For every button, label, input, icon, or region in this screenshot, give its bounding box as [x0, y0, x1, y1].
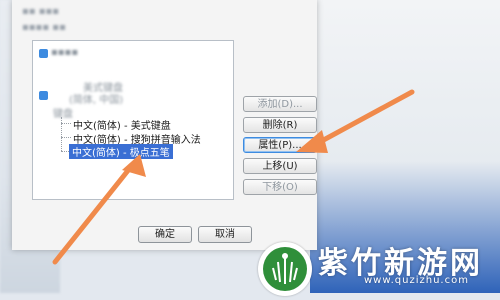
text-services-dialog: ▪▪ ▪▪▪ ▪▪▪▪ ▪▪ ▪▪▪▪ 美式键盘 (简体, 中国) 键盘 中文(… — [12, 0, 317, 250]
properties-button[interactable]: 属性(P)... — [243, 137, 317, 153]
tree-keyboard-group: 键盘 — [53, 109, 73, 120]
installed-services-tree[interactable]: ▪▪▪▪ 美式键盘 (简体, 中国) 键盘 中文(简体) - 美式键盘 中文(简… — [32, 40, 234, 200]
tree-item-jidian-wubi[interactable]: 中文(简体) - 极点五笔 — [69, 144, 173, 159]
move-down-button[interactable]: 下移(O) — [243, 179, 317, 195]
cancel-button[interactable]: 取消 — [198, 226, 252, 243]
keyboard-icon — [39, 91, 48, 100]
dialog-caption-blurred: ▪▪ ▪▪▪ — [22, 6, 60, 17]
language-icon — [39, 49, 48, 58]
ok-button[interactable]: 确定 — [138, 226, 192, 243]
add-button[interactable]: 添加(D)... — [243, 96, 317, 112]
tree-blurred-item: (简体, 中国) — [69, 95, 124, 106]
tree-language-node: ▪▪▪▪ — [51, 47, 79, 58]
remove-button[interactable]: 删除(R) — [243, 117, 317, 133]
dialog-caption-blurred-2: ▪▪▪▪ ▪▪ — [22, 22, 66, 33]
tree-item-us-keyboard[interactable]: 中文(简体) - 美式键盘 — [73, 117, 171, 132]
bamboo-tree-icon — [263, 247, 307, 291]
tree-connector — [61, 123, 71, 124]
tree-connector — [61, 137, 71, 138]
move-up-button[interactable]: 上移(U) — [243, 158, 317, 174]
watermark-logo — [258, 242, 312, 296]
watermark-url: www.quzizhu.com — [364, 275, 469, 286]
